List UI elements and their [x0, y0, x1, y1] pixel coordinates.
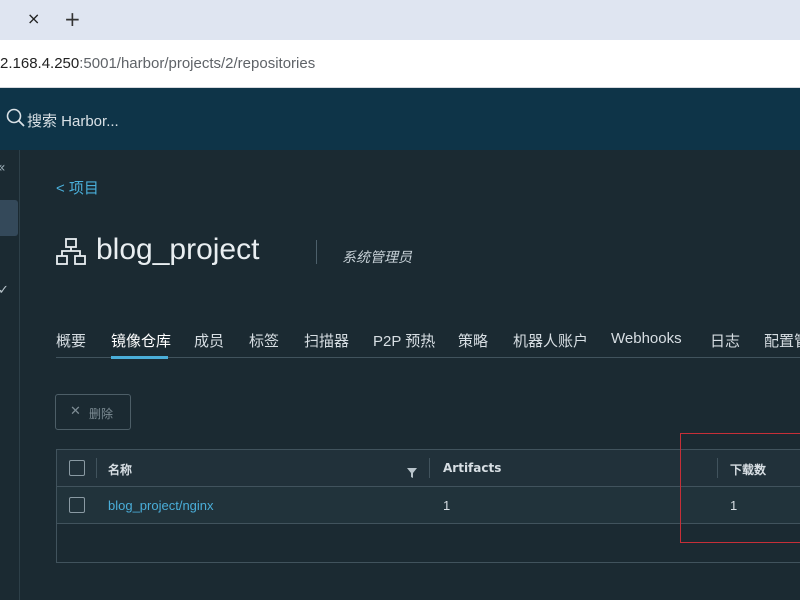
check-icon[interactable]: ✓	[0, 283, 9, 298]
tab-repositories[interactable]: 镜像仓库	[111, 330, 171, 351]
url-text[interactable]: 2.168.4.250:5001/harbor/projects/2/repos…	[0, 55, 315, 72]
project-role: 系统管理员	[342, 250, 412, 266]
tab-labels[interactable]: 标签	[249, 330, 279, 351]
search-input[interactable]: 搜索 Harbor...	[27, 110, 119, 131]
artifacts-count: 1	[443, 498, 451, 513]
search-icon[interactable]	[6, 108, 26, 132]
column-divider	[96, 458, 97, 478]
project-icon	[56, 238, 86, 270]
repository-name-link[interactable]: blog_project/nginx	[108, 498, 214, 513]
collapse-sidebar-icon[interactable]: «	[0, 160, 6, 176]
delete-button[interactable]: ✕ 删除	[55, 394, 131, 430]
active-tab-indicator	[111, 356, 168, 359]
close-icon: ✕	[70, 404, 81, 419]
column-divider	[429, 458, 430, 478]
close-tab-icon[interactable]: ×	[27, 9, 40, 28]
back-to-projects-link[interactable]: < 项目	[56, 177, 99, 198]
delete-button-label: 删除	[89, 407, 114, 421]
tab-configuration[interactable]: 配置管	[764, 330, 800, 351]
tab-webhooks[interactable]: Webhooks	[611, 330, 682, 347]
browser-tab-bar: × +	[0, 0, 800, 40]
address-bar[interactable]: 2.168.4.250:5001/harbor/projects/2/repos…	[0, 40, 800, 88]
tab-policy[interactable]: 策略	[458, 330, 488, 351]
filter-icon[interactable]	[407, 463, 417, 482]
project-tabs: 概要 镜像仓库 成员 标签 扫描器 P2P 预热 策略 机器人账户 Webhoo…	[56, 330, 800, 359]
new-tab-icon[interactable]: +	[64, 7, 81, 31]
sidebar-item-active[interactable]	[0, 200, 18, 236]
project-title: blog_project	[96, 233, 260, 266]
app-header	[0, 88, 800, 150]
highlight-annotation	[680, 433, 800, 543]
column-header-name[interactable]: 名称	[108, 461, 132, 478]
row-checkbox[interactable]	[69, 497, 85, 513]
url-host: 2.168.4.250	[0, 55, 80, 72]
tab-logs[interactable]: 日志	[710, 330, 740, 351]
column-header-artifacts[interactable]: Artifacts	[443, 461, 501, 475]
select-all-checkbox[interactable]	[69, 460, 85, 476]
tab-summary[interactable]: 概要	[56, 330, 86, 351]
tab-robot-accounts[interactable]: 机器人账户	[513, 330, 588, 351]
url-path: :5001/harbor/projects/2/repositories	[79, 55, 316, 72]
title-divider	[316, 240, 317, 264]
tab-scanner[interactable]: 扫描器	[304, 330, 349, 351]
tab-members[interactable]: 成员	[194, 330, 224, 351]
tab-p2p-preheat[interactable]: P2P 预热	[373, 330, 435, 351]
